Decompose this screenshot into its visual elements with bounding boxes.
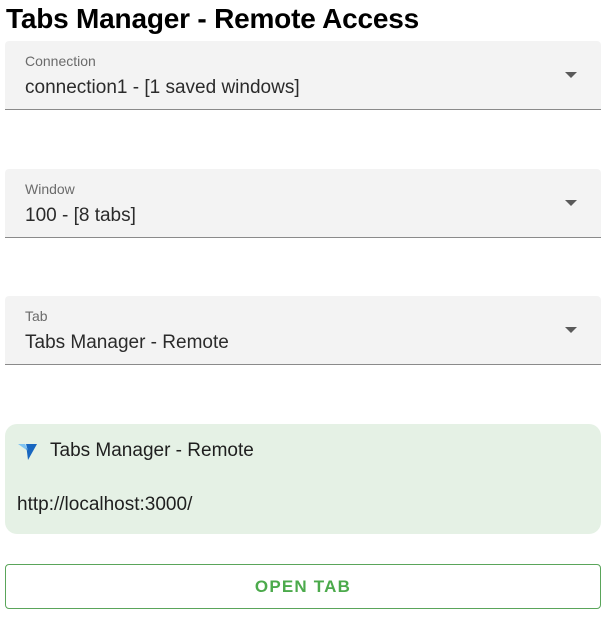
- tab-preview-title: Tabs Manager - Remote: [50, 440, 254, 461]
- chevron-down-icon[interactable]: [565, 200, 577, 206]
- tab-label: Tab: [25, 308, 48, 324]
- tab-select[interactable]: Tab Tabs Manager - Remote: [5, 296, 601, 365]
- tab-preview-card: Tabs Manager - Remote http://localhost:3…: [5, 424, 601, 534]
- window-value: 100 - [8 tabs]: [25, 205, 136, 226]
- connection-select[interactable]: Connection connection1 - [1 saved window…: [5, 41, 601, 110]
- tab-value: Tabs Manager - Remote: [25, 332, 229, 353]
- window-select[interactable]: Window 100 - [8 tabs]: [5, 169, 601, 238]
- tab-preview-url: http://localhost:3000/: [17, 494, 193, 515]
- window-label: Window: [25, 181, 75, 197]
- chevron-down-icon[interactable]: [565, 72, 577, 78]
- chevron-down-icon[interactable]: [565, 327, 577, 333]
- vuetify-logo-icon: [18, 444, 37, 460]
- open-tab-button[interactable]: OPEN TAB: [5, 564, 601, 609]
- page-title: Tabs Manager - Remote Access: [6, 3, 419, 34]
- connection-value: connection1 - [1 saved windows]: [25, 77, 300, 98]
- connection-label: Connection: [25, 53, 96, 69]
